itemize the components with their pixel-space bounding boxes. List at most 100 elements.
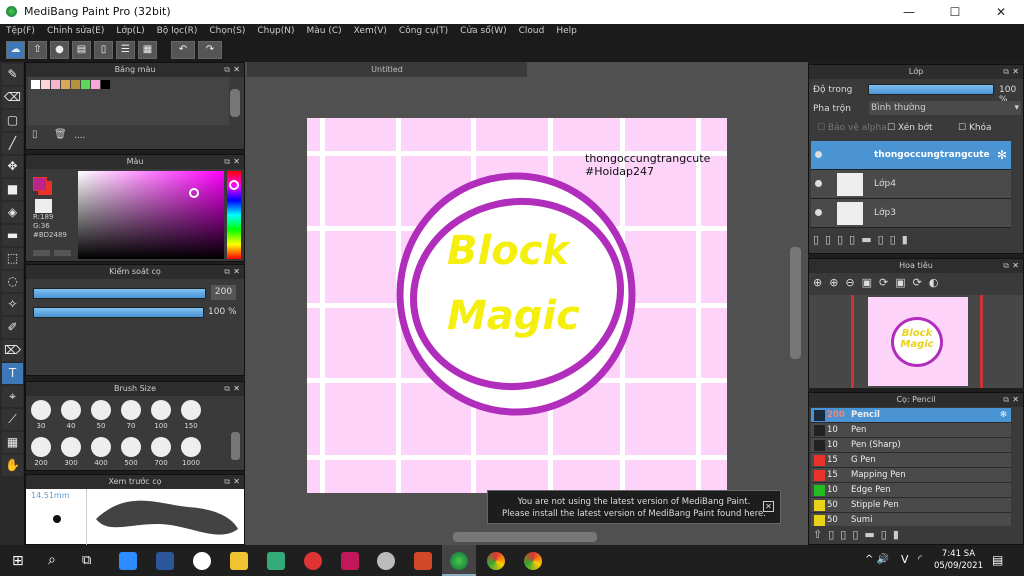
eraser-icon[interactable]: ⌫ [2,87,23,108]
eyedropper-button[interactable] [54,250,71,256]
brush-item[interactable]: 10 Pen [811,423,1011,438]
brush-actions[interactable]: ⇧▯▯▯▬▯▮ [813,528,905,541]
chrome-icon[interactable] [524,552,542,570]
clip-checkbox[interactable]: ☐ Xén bớt [887,123,933,133]
menu-item[interactable]: Cửa sổ(W) [460,24,506,38]
foreground-color[interactable] [33,177,47,191]
chrome-icon[interactable] [487,552,505,570]
gradient-icon[interactable]: ▬ [2,225,23,246]
color-swatch[interactable] [31,80,40,89]
fill-rect-icon[interactable]: ■ [2,179,23,200]
bucket-icon[interactable]: ◈ [2,202,23,223]
color-swatch[interactable] [51,80,60,89]
brush-opacity-slider[interactable] [33,307,204,318]
store-icon[interactable] [267,552,285,570]
detach-icon[interactable]: ⧉ [224,265,230,279]
navigator-tools[interactable]: ⊕⊕⊖▣⟳▣⟳◐ [813,276,945,289]
text-icon[interactable]: T [2,363,23,384]
task-view-icon[interactable]: ⧉ [82,553,91,568]
scrollbar[interactable] [230,89,240,117]
lock-checkbox[interactable]: ☐ Khóa [958,123,992,133]
cloud-icon[interactable]: ☁ [6,41,25,59]
visibility-icon[interactable] [815,151,822,158]
protect-alpha-checkbox[interactable]: ☐ Bảo vệ alpha [817,123,887,133]
zalo-icon[interactable] [193,552,211,570]
brush-size-option[interactable]: 1000 [176,433,206,473]
brush-size-option[interactable]: 70 [116,396,146,436]
layout-icon[interactable]: ▦ [138,41,157,59]
color-swatch[interactable] [91,80,100,89]
detach-icon[interactable]: ⧉ [224,475,230,489]
layer-item[interactable]: thongoccungtrangcute ✻ [811,141,1011,170]
menu-item[interactable]: Tệp(F) [6,24,35,38]
brush-item[interactable]: 10 Pen (Sharp) [811,438,1011,453]
start-icon[interactable]: ⊞ [12,553,24,569]
visibility-icon[interactable] [815,209,822,216]
horizontal-scrollbar[interactable] [453,532,597,542]
close-icon[interactable]: ✕ [1012,259,1019,273]
brush-item[interactable]: 200 Pencil ✻ [811,408,1011,423]
detach-icon[interactable]: ⧉ [224,63,230,77]
brush-size-option[interactable]: 30 [26,396,56,436]
layer-actions[interactable]: ▯▯▯▯▬▯▯▮ [813,233,914,246]
brush-icon[interactable]: ✎ [2,64,23,85]
hue-handle[interactable] [229,180,239,190]
paint-icon[interactable] [377,552,395,570]
export-icon[interactable]: ⇧ [28,41,47,59]
comment-icon[interactable]: ● [50,41,69,59]
file-explorer-icon[interactable] [230,552,248,570]
page-list-icon[interactable]: ☰ [116,41,135,59]
notification-icon[interactable]: ▤ [992,553,1003,567]
select-eraser-icon[interactable]: ⌦ [2,340,23,361]
comment-list-icon[interactable]: ▤ [72,41,91,59]
brush-item[interactable]: 15 Mapping Pen [811,468,1011,483]
menu-item[interactable]: Lớp(L) [116,24,144,38]
divide-icon[interactable]: ▦ [2,432,23,453]
rectangle-icon[interactable]: ▢ [2,110,23,131]
close-icon[interactable]: ✕ [233,382,240,396]
brush-item[interactable]: 50 Sumi [811,513,1011,526]
brush-item[interactable]: 50 Stipple Pen [811,498,1011,513]
app-icon[interactable] [341,552,359,570]
close-button[interactable]: ✕ [978,0,1024,24]
picker-handle[interactable] [189,188,199,198]
brush-size-option[interactable]: 200 [26,433,56,473]
close-icon[interactable]: ✕ [233,475,240,489]
word-icon[interactable] [156,552,174,570]
color-swatch[interactable] [101,80,110,89]
close-icon[interactable]: ✕ [233,265,240,279]
color-swatch[interactable] [41,80,50,89]
color-swatch[interactable] [61,80,70,89]
redo-icon[interactable]: ↷ [198,41,222,59]
menu-item[interactable]: Màu (C) [307,24,342,38]
powerpoint-icon[interactable] [414,552,432,570]
color-swatch[interactable] [71,80,80,89]
notice-close-button[interactable]: ✕ [763,501,774,512]
settings-icon[interactable]: ✻ [1000,408,1007,423]
layer-item[interactable]: Lớp3 [811,199,1011,228]
color-swatch[interactable] [81,80,90,89]
detach-icon[interactable]: ⧉ [1003,393,1009,407]
line-icon[interactable]: ╱ [2,133,23,154]
brush-size-option[interactable]: 40 [56,396,86,436]
drawing-canvas[interactable]: Block Magic thongoccungtrangcute #Hoidap… [307,118,727,493]
search-icon[interactable]: ⌕ [48,552,56,568]
zoom-icon[interactable] [119,552,137,570]
wifi-icon[interactable]: ◜ [918,554,922,565]
detach-icon[interactable]: ⧉ [224,155,230,169]
eyedropper-icon[interactable]: ⟋ [2,409,23,430]
brush-size-option[interactable]: 50 [86,396,116,436]
minimize-button[interactable]: — [886,0,932,24]
transparent-color[interactable] [35,199,52,213]
detach-icon[interactable]: ⧉ [1003,65,1009,79]
menu-item[interactable]: Bộ lọc(R) [157,24,198,38]
menu-item[interactable]: Chọn(S) [209,24,245,38]
brush-size-option[interactable]: 400 [86,433,116,473]
close-icon[interactable]: ✕ [233,63,240,77]
settings-icon[interactable]: ✻ [997,148,1007,162]
page-icon[interactable]: ▯ [94,41,113,59]
menu-item[interactable]: Chụp(N) [257,24,294,38]
undo-icon[interactable]: ↶ [171,41,195,59]
navigator-thumbnail[interactable]: Block Magic [868,297,968,386]
menu-item[interactable]: Help [556,24,577,38]
